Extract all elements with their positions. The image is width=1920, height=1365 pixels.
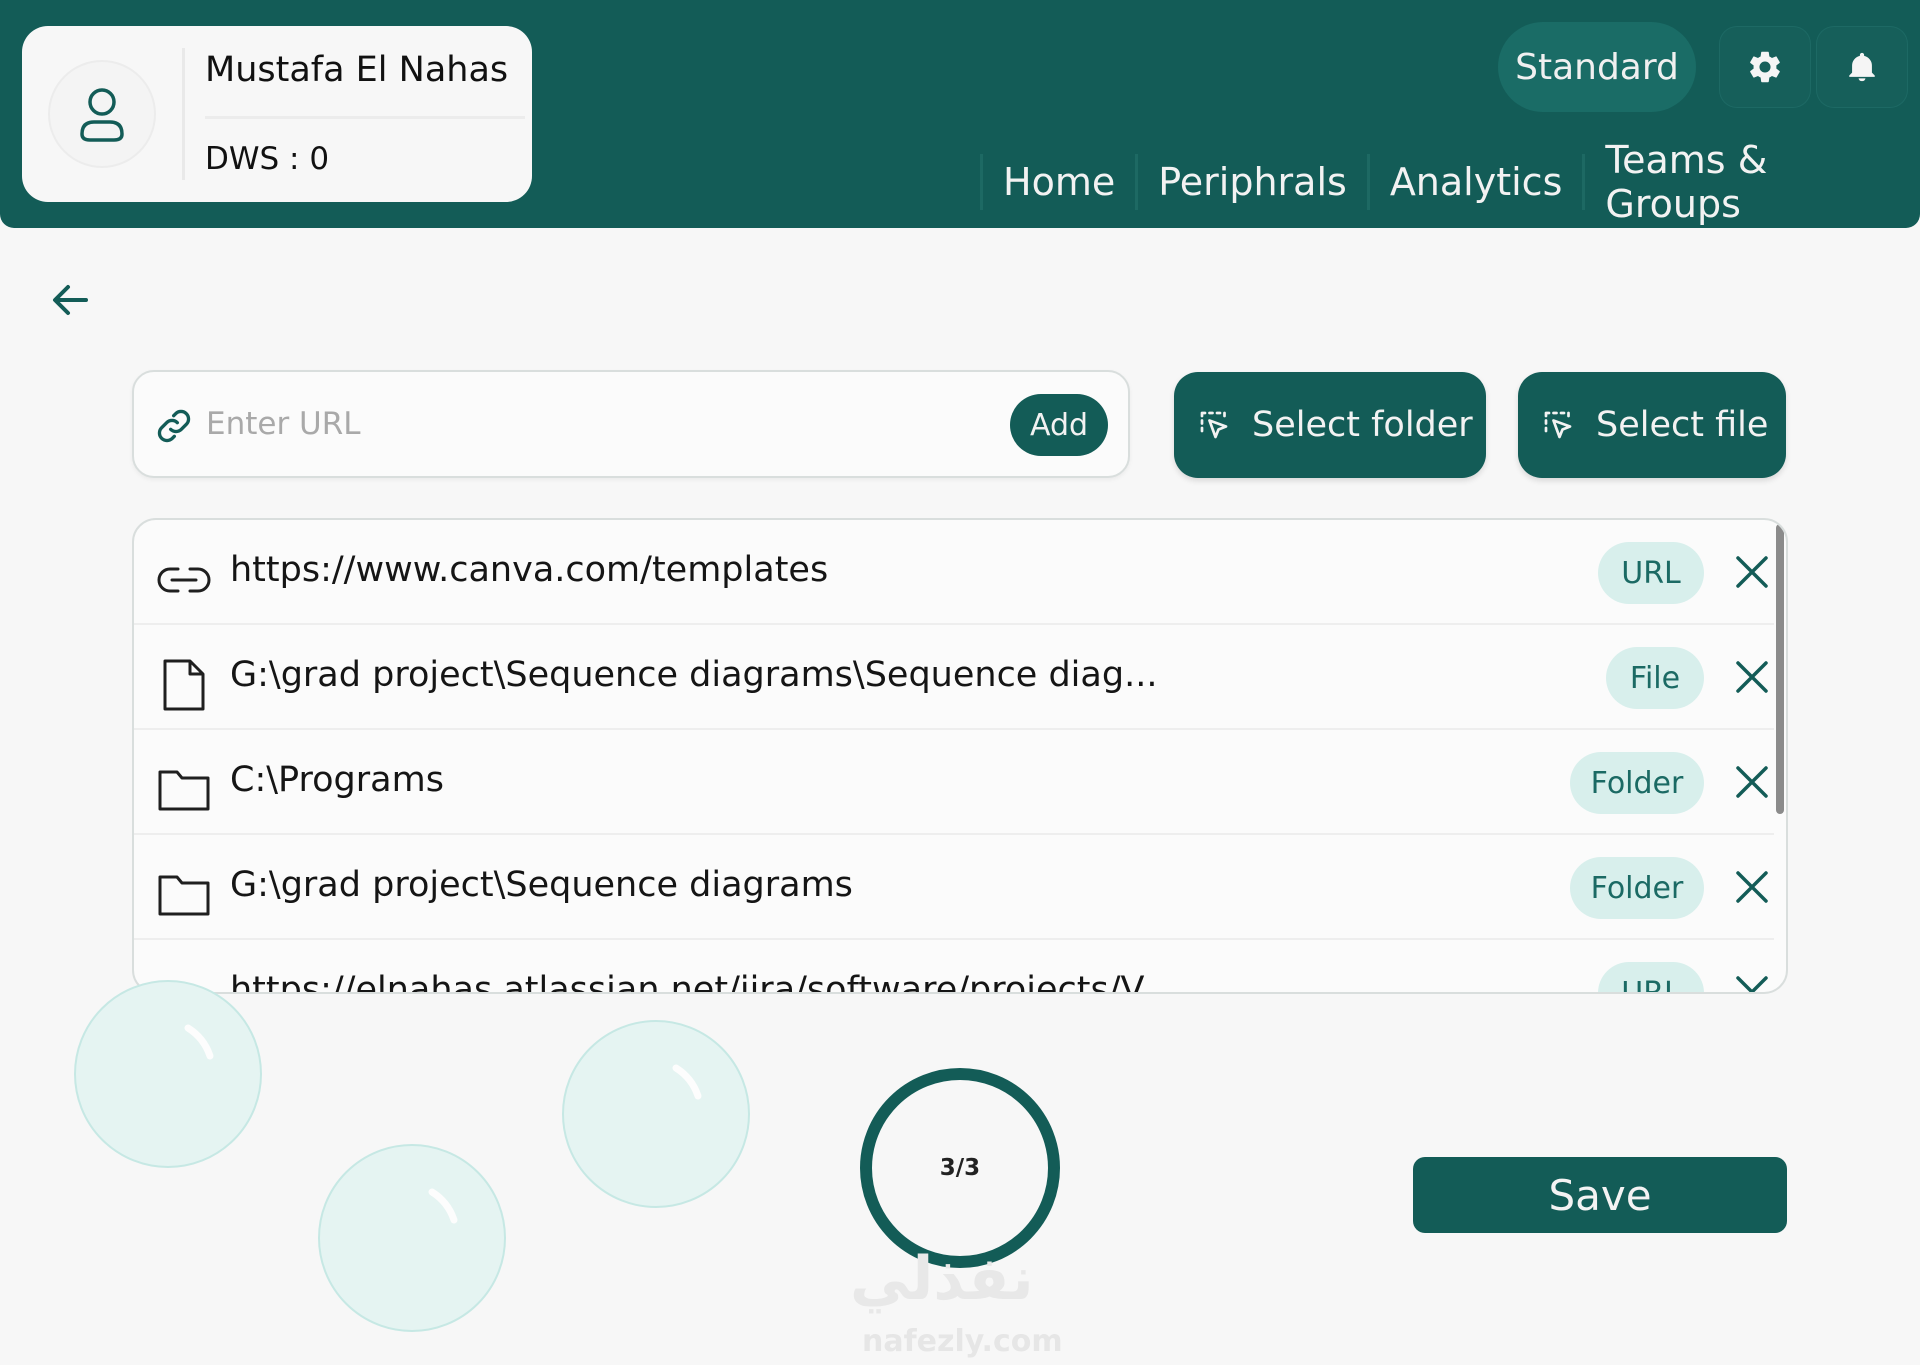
folder-icon [156,762,212,818]
item-path: C:\Programs [230,760,444,800]
watermark: نفذلي nafezly.com [838,1244,1088,1362]
item-path: https://elnahas.atlassian.net/jira/softw… [230,970,1145,994]
list-scrollbar[interactable] [1776,524,1784,814]
link-icon [156,552,212,608]
close-icon [1736,871,1768,903]
decorative-bubble [74,980,262,1168]
link-icon [157,409,191,443]
profile-divider [205,116,525,119]
close-icon [1736,661,1768,693]
gear-icon [1750,51,1780,83]
avatar [50,62,154,166]
selected-items-list[interactable]: https://www.canva.com/templates URL G:\g… [132,518,1788,994]
folder-icon [156,867,212,923]
list-item: G:\grad project\Sequence diagrams\Sequen… [134,625,1774,730]
file-icon [156,657,212,713]
progress-count: 3/3 [939,1155,981,1181]
remove-item-button[interactable] [1728,968,1776,992]
save-button[interactable]: Save [1413,1157,1787,1233]
remove-item-button[interactable] [1728,863,1776,911]
url-input[interactable] [206,394,926,454]
nav-teams-groups[interactable]: Teams & Groups [1582,138,1920,226]
item-path: G:\grad project\Sequence diagrams\Sequen… [230,655,1158,695]
notifications-button[interactable] [1816,26,1908,108]
user-icon [80,88,124,142]
list-item: G:\grad project\Sequence diagrams Folder [134,835,1774,940]
close-icon [1736,766,1768,798]
url-input-box: Add [132,370,1130,478]
user-name: Mustafa El Nahas [205,50,509,90]
decorative-bubble [318,1144,506,1332]
nav-home[interactable]: Home [980,154,1135,210]
arrow-left-icon [53,285,88,315]
close-icon [1736,556,1768,588]
decorative-bubble [562,1020,750,1208]
remove-item-button[interactable] [1728,758,1776,806]
remove-item-button[interactable] [1728,548,1776,596]
select-folder-label: Select folder [1252,405,1473,445]
nav-periphrals[interactable]: Periphrals [1135,154,1367,210]
add-url-button[interactable]: Add [1010,394,1108,456]
close-icon [1736,976,1768,992]
bell-icon [1849,52,1875,82]
type-badge: Folder [1570,857,1704,919]
back-button[interactable] [44,274,96,326]
type-badge: File [1606,647,1704,709]
main-nav: Home Periphrals Analytics Teams & Groups [980,138,1920,226]
profile-divider [182,48,185,180]
plan-badge[interactable]: Standard [1498,22,1696,112]
select-folder-button[interactable]: Select folder [1174,372,1486,478]
nav-analytics[interactable]: Analytics [1366,154,1583,210]
select-file-label: Select file [1596,405,1769,445]
app-header: Mustafa El Nahas DWS : 0 Standard Home P… [0,0,1920,228]
type-badge: Folder [1570,752,1704,814]
profile-card[interactable]: Mustafa El Nahas DWS : 0 [22,26,532,202]
select-cursor-icon [1544,411,1572,439]
type-badge: URL [1598,542,1704,604]
select-cursor-icon [1200,411,1228,439]
list-item: https://elnahas.atlassian.net/jira/softw… [134,940,1776,994]
list-item: C:\Programs Folder [134,730,1774,835]
type-badge: URL [1598,962,1704,992]
watermark-arabic: نفذلي [850,1244,1034,1314]
item-path: https://www.canva.com/templates [230,550,829,590]
list-item: https://www.canva.com/templates URL [134,520,1774,625]
select-file-button[interactable]: Select file [1518,372,1786,478]
item-path: G:\grad project\Sequence diagrams [230,865,853,905]
remove-item-button[interactable] [1728,653,1776,701]
watermark-latin: nafezly.com [862,1324,1063,1359]
settings-button[interactable] [1719,26,1811,108]
dws-count: DWS : 0 [205,141,330,177]
upload-progress: 3/3 [858,1066,1062,1270]
